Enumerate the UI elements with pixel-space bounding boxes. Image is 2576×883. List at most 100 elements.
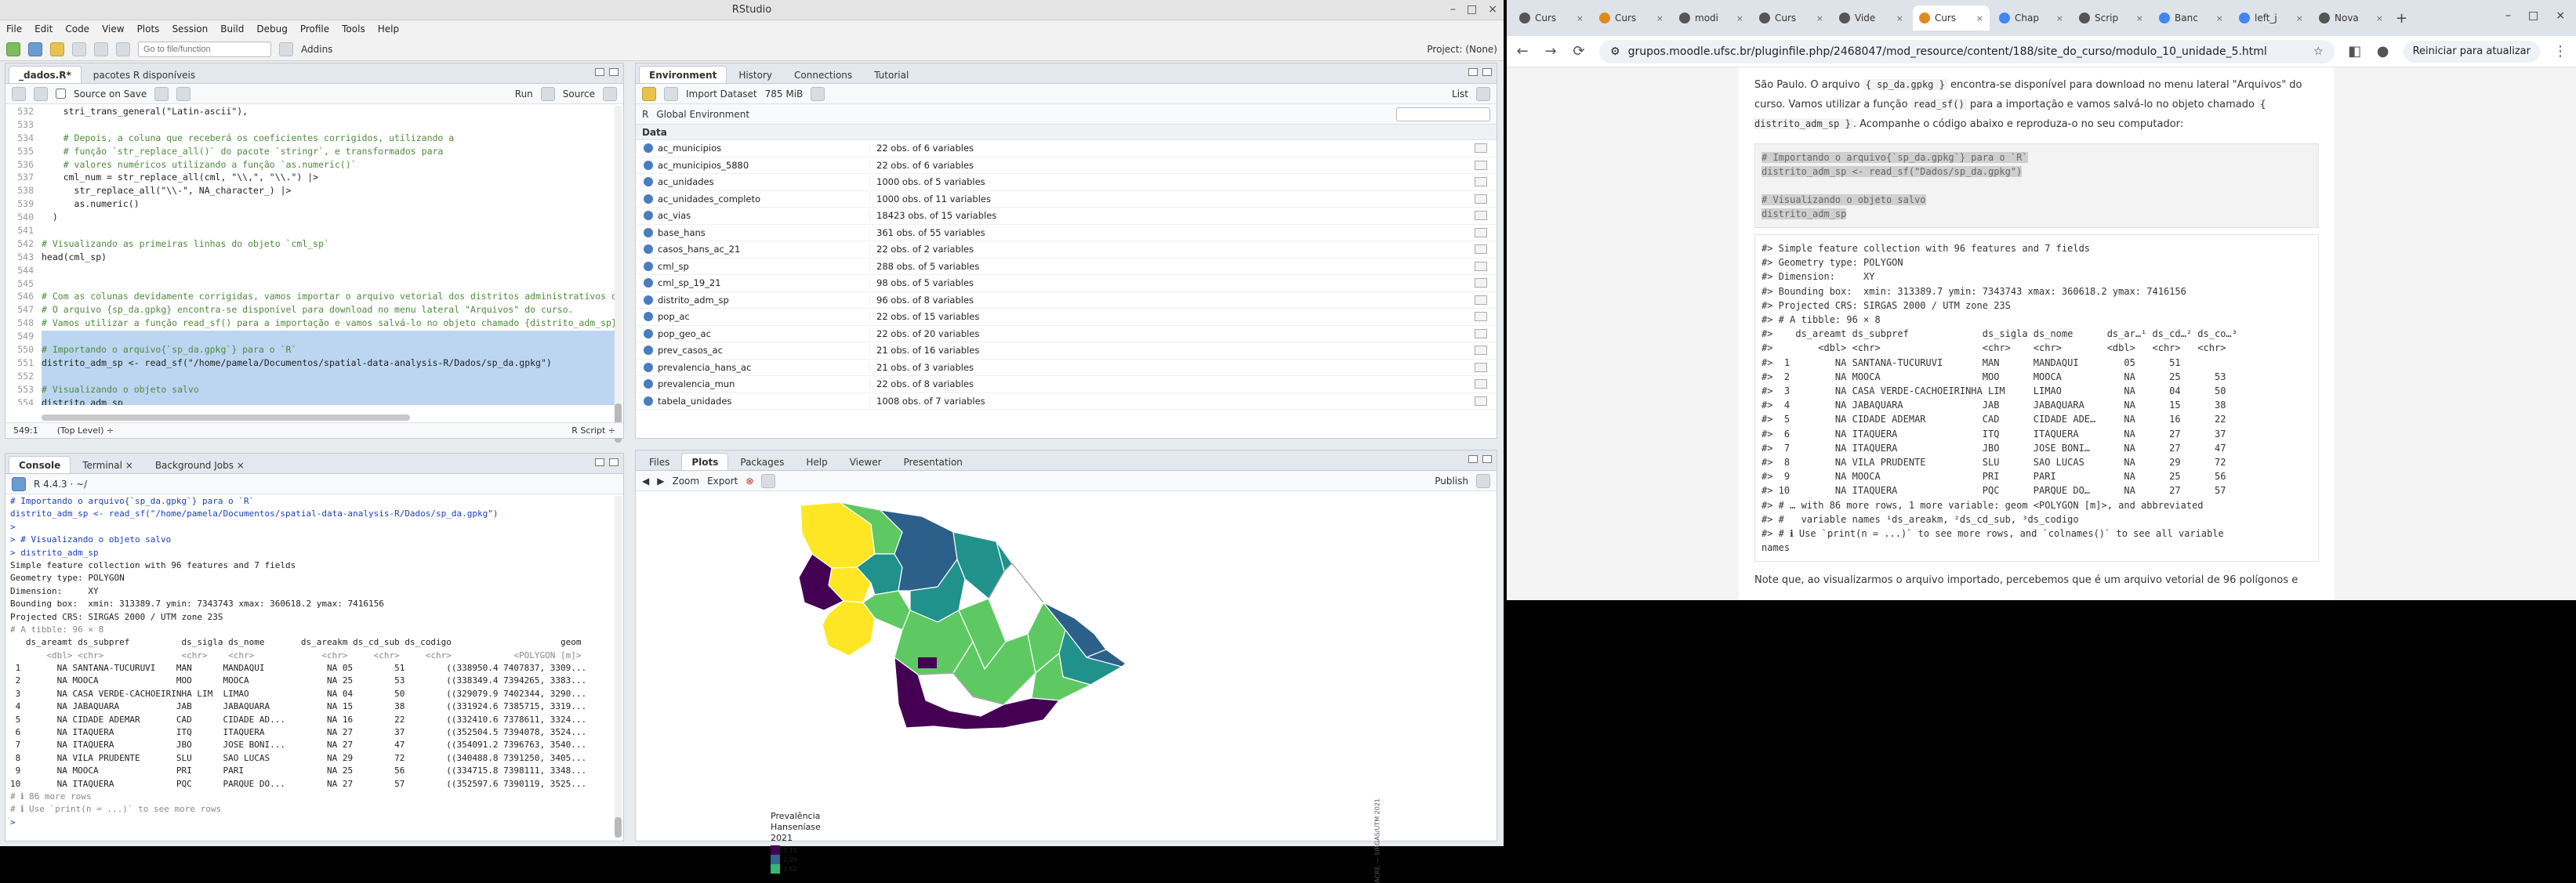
extensions-icon[interactable]: ◧	[2347, 43, 2363, 60]
expand-object-icon[interactable]	[644, 379, 653, 389]
bookmark-star-icon[interactable]: ☆	[2313, 45, 2324, 58]
environment-row[interactable]: tabela_unidades 1008 obs. of 7 variables	[636, 393, 1497, 410]
minimize-pane-icon[interactable]	[1468, 68, 1478, 76]
environment-search-input[interactable]	[1396, 107, 1490, 121]
code-area[interactable]: 532 stri_trans_general("Latin-ascii"), 53…	[5, 106, 623, 405]
code-line[interactable]: 541	[5, 225, 623, 238]
view-data-icon[interactable]	[1475, 177, 1487, 187]
view-data-icon[interactable]	[1475, 346, 1487, 356]
remove-plot-icon[interactable]: ⊗	[746, 476, 753, 487]
close-tab-icon[interactable]: ×	[2056, 13, 2063, 24]
expand-object-icon[interactable]	[644, 194, 653, 204]
menu-view[interactable]: View	[102, 24, 124, 34]
code-line[interactable]: 544	[5, 265, 623, 278]
code-line[interactable]: 550 # Importando o arquivo{`sp_da.gpkg`} …	[5, 344, 623, 357]
close-icon[interactable]: ×	[1488, 3, 1497, 16]
scope-selector[interactable]: Global Environment	[656, 109, 749, 120]
view-data-icon[interactable]	[1475, 278, 1487, 288]
view-data-icon[interactable]	[1475, 362, 1487, 372]
close-tab-icon[interactable]: ×	[1896, 13, 1903, 24]
back-icon[interactable]	[12, 86, 26, 101]
environment-row[interactable]: distrito_adm_sp 96 obs. of 8 variables	[636, 292, 1497, 309]
maximize-pane-icon[interactable]	[1482, 68, 1492, 76]
close-icon[interactable]: ×	[2556, 9, 2565, 22]
code-line[interactable]: 540 )	[5, 212, 623, 225]
code-line[interactable]: 546 # Com as colunas devidamente corrigid…	[5, 291, 623, 304]
site-info-icon[interactable]: ⚙	[1610, 45, 1620, 58]
publish-button[interactable]: Publish	[1435, 476, 1468, 487]
menu-build[interactable]: Build	[220, 24, 244, 34]
maximize-pane-icon[interactable]	[609, 458, 619, 466]
console-output[interactable]: # Importando o arquivo{`sp_da.gpkg`} par…	[10, 496, 612, 838]
menu-help[interactable]: Help	[378, 24, 399, 34]
save-icon[interactable]	[72, 42, 86, 56]
code-line[interactable]: 543 head(cml_sp)	[5, 252, 623, 265]
memory-usage[interactable]: 785 MiB	[765, 89, 804, 100]
browser-tab[interactable]: Curs ×	[1753, 5, 1830, 31]
environment-row[interactable]: prevalencia_mun 22 obs. of 8 variables	[636, 376, 1497, 393]
tab-tutorial[interactable]: Tutorial	[864, 66, 919, 83]
menu-code[interactable]: Code	[65, 24, 89, 34]
environment-row[interactable]: prev_casos_ac 21 obs. of 16 variables	[636, 342, 1497, 360]
tab-presentation[interactable]: Presentation	[894, 453, 973, 470]
code-block[interactable]: # Importando o arquivo{`sp_da.gpkg`} par…	[1754, 143, 2319, 228]
tab-packages[interactable]: Packages	[730, 453, 794, 470]
environment-row[interactable]: cml_sp_19_21 98 obs. of 5 variables	[636, 275, 1497, 292]
editor-hscrollbar[interactable]	[42, 414, 410, 421]
tab-connections[interactable]: Connections	[784, 66, 862, 83]
reload-icon[interactable]: ⟳	[1571, 43, 1587, 60]
refresh-icon[interactable]	[1476, 86, 1490, 101]
code-line[interactable]: 554 distrito_adm_sp	[5, 396, 623, 405]
tab-files[interactable]: Files	[639, 453, 680, 470]
view-data-icon[interactable]	[1475, 160, 1487, 170]
code-line[interactable]: 533	[5, 119, 623, 132]
menu-tools[interactable]: Tools	[342, 24, 365, 34]
close-tab-icon[interactable]: ×	[2376, 13, 2383, 24]
code-line[interactable]: 548 # Vamos utilizar a função read_sf() p…	[5, 317, 623, 331]
save-env-icon[interactable]	[664, 86, 678, 101]
expand-object-icon[interactable]	[644, 312, 653, 322]
expand-object-icon[interactable]	[644, 143, 653, 154]
maximize-pane-icon[interactable]	[609, 68, 619, 76]
import-dataset-button[interactable]: Import Dataset	[686, 89, 757, 100]
source-on-save-checkbox[interactable]	[56, 89, 66, 99]
code-line[interactable]: 551 distrito_adm_sp <- read_sf("/home/pam…	[5, 356, 623, 371]
save-file-icon[interactable]	[34, 86, 48, 101]
back-arrow-icon[interactable]: ←	[1515, 43, 1530, 60]
code-line[interactable]: 542 # Visualizando as primeiras linhas do…	[5, 238, 623, 252]
browser-tab[interactable]: Banc ×	[2153, 5, 2230, 31]
source-button[interactable]: Source	[563, 89, 595, 100]
minimize-pane-icon[interactable]	[1468, 455, 1478, 463]
expand-object-icon[interactable]	[644, 211, 653, 221]
tab-background-jobs[interactable]: Background Jobs ×	[145, 456, 255, 473]
minimize-pane-icon[interactable]	[595, 458, 604, 466]
rerun-icon[interactable]	[540, 86, 555, 101]
close-tab-icon[interactable]: ×	[1656, 13, 1664, 24]
tab-history[interactable]: History	[728, 66, 782, 83]
view-data-icon[interactable]	[1475, 211, 1487, 221]
browser-tab[interactable]: Curs ×	[1513, 5, 1590, 31]
tab-console[interactable]: Console	[9, 456, 71, 473]
scope-indicator[interactable]: (Top Level) ÷	[57, 425, 114, 436]
code-line[interactable]: 534 # Depois, a coluna que receberá os c…	[5, 132, 623, 146]
browser-tab[interactable]: left_j ×	[2233, 5, 2309, 31]
browser-tab-active[interactable]: Curs ×	[1913, 5, 1990, 31]
expand-object-icon[interactable]	[644, 227, 653, 237]
code-line[interactable]: 552	[5, 370, 623, 384]
wand-icon[interactable]	[176, 86, 191, 101]
tab-environment[interactable]: Environment	[639, 66, 727, 83]
environment-row[interactable]: base_hans 361 obs. of 55 variables	[636, 225, 1497, 241]
prev-plot-icon[interactable]: ◀	[642, 476, 649, 487]
expand-object-icon[interactable]	[644, 261, 653, 271]
view-data-icon[interactable]	[1475, 396, 1487, 406]
menu-session[interactable]: Session	[172, 24, 208, 34]
menu-debug[interactable]: Debug	[256, 24, 287, 34]
zoom-button[interactable]: Zoom	[672, 476, 699, 487]
browser-tab[interactable]: Chap ×	[1993, 5, 2070, 31]
browser-tab[interactable]: modi ×	[1673, 5, 1750, 31]
expand-object-icon[interactable]	[644, 278, 653, 288]
console-scrollbar[interactable]	[615, 496, 622, 838]
code-line[interactable]: 539 as.numeric()	[5, 198, 623, 212]
environment-row[interactable]: pop_geo_ac 22 obs. of 20 variables	[636, 326, 1497, 342]
environment-row[interactable]: prevalencia_hans_ac 21 obs. of 3 variable…	[636, 360, 1497, 376]
